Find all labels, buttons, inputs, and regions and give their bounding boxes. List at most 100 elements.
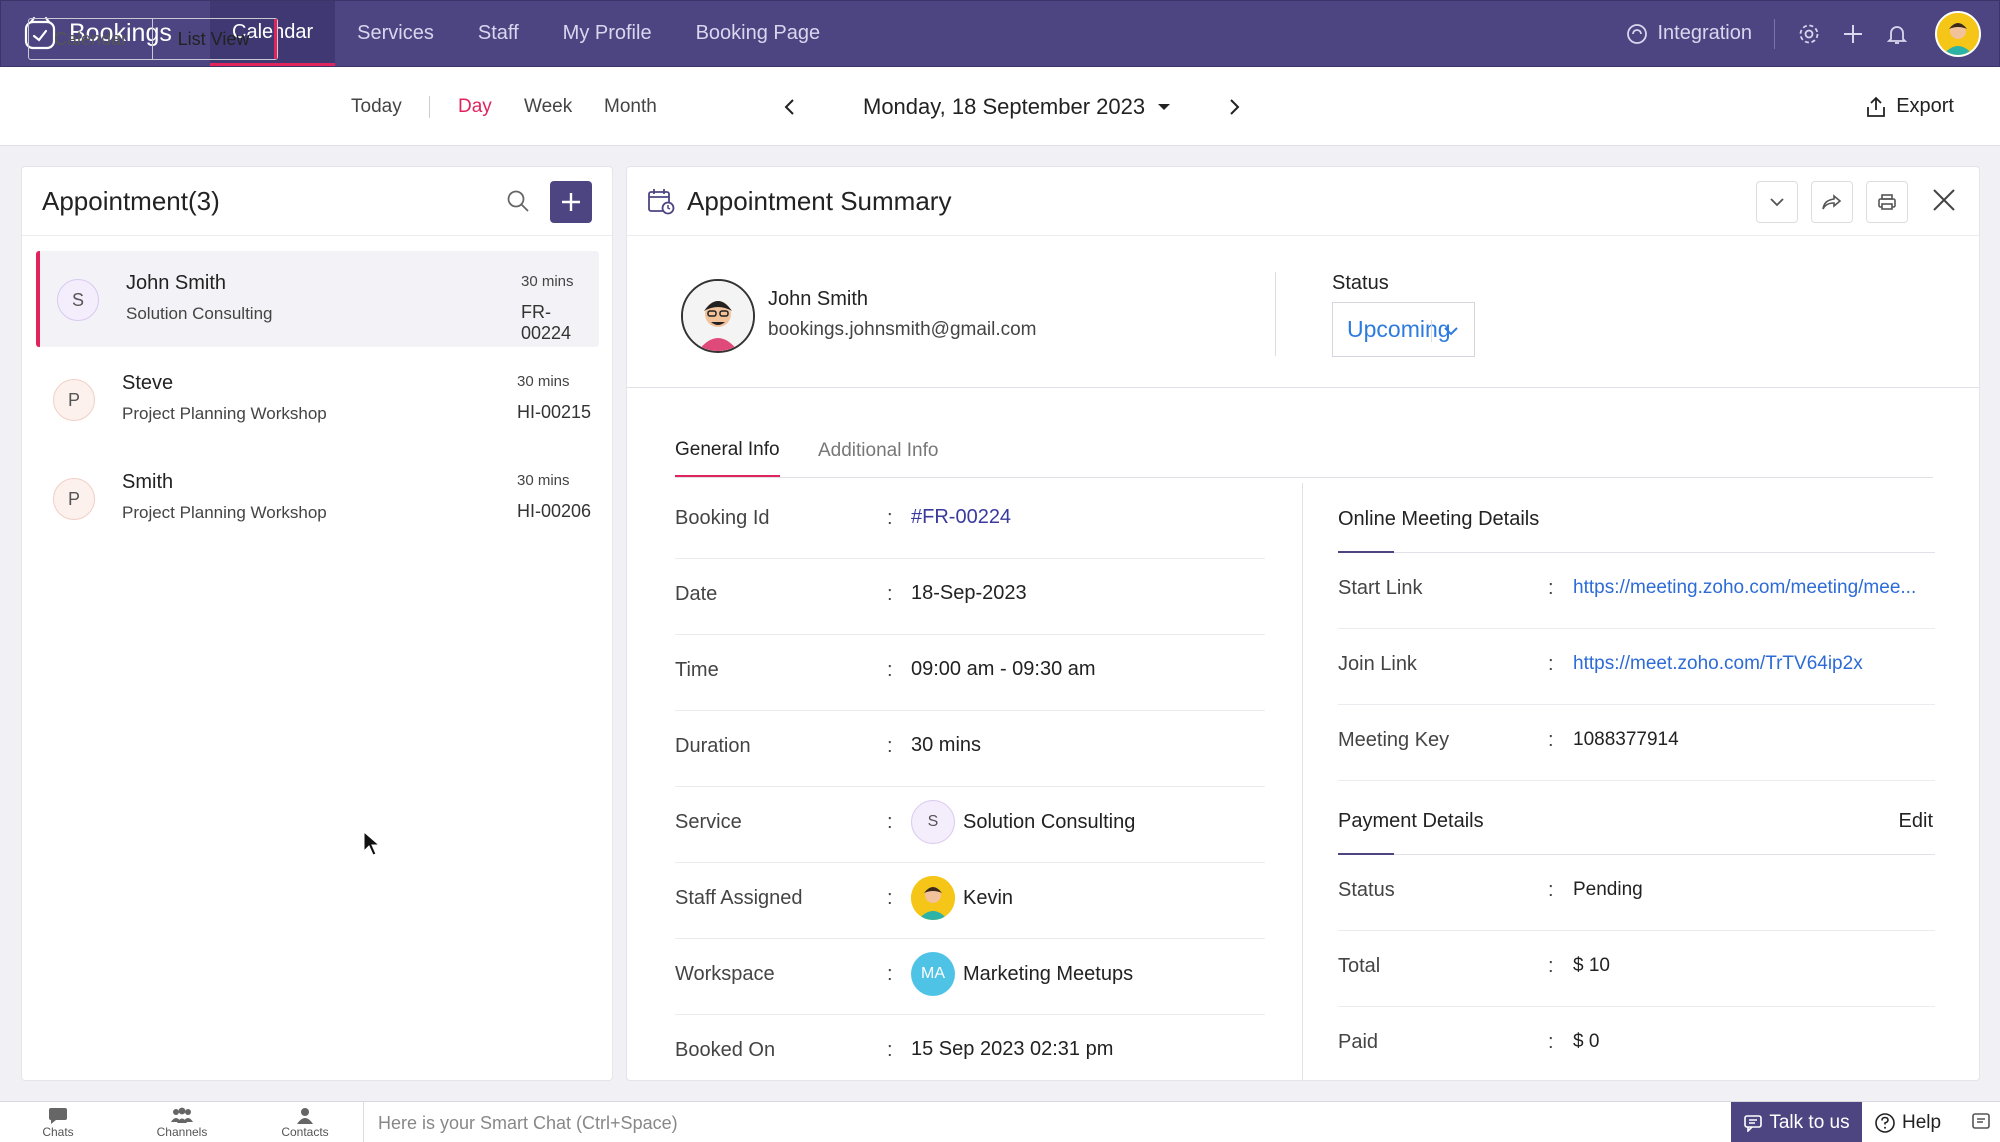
integration-icon <box>1627 23 1648 44</box>
nav-tab-staff[interactable]: Staff <box>456 1 541 66</box>
service-value: S Solution Consulting <box>911 800 1136 844</box>
info-label: Workspace <box>675 963 775 985</box>
payment-total-value: $ 10 <box>1573 955 1610 976</box>
workspace-value: MA Marketing Meetups <box>911 952 1133 996</box>
share-icon[interactable] <box>1811 181 1853 223</box>
payment-details-title: Payment Details <box>1338 810 1484 832</box>
divider <box>363 1102 364 1142</box>
appointment-customer-name: Steve <box>122 372 174 394</box>
customer-email: bookings.johnsmith@gmail.com <box>768 319 1037 340</box>
print-icon[interactable] <box>1866 181 1908 223</box>
nav-tab-my-profile[interactable]: My Profile <box>541 1 674 66</box>
join-link[interactable]: https://meet.zoho.com/TrTV64ip2x <box>1573 653 1863 675</box>
plus-icon <box>562 193 580 211</box>
bottom-contacts-label: Contacts <box>281 1125 329 1139</box>
divider <box>429 96 430 118</box>
collapse-chevron-down-icon[interactable] <box>1756 181 1798 223</box>
nav-tab-booking-page[interactable]: Booking Page <box>674 1 843 66</box>
today-button[interactable]: Today <box>351 67 402 146</box>
integration-label: Integration <box>1657 22 1752 44</box>
colon: : <box>887 1039 893 1061</box>
add-plus-icon[interactable] <box>1839 20 1867 48</box>
meeting-row-start-link: Start Link : https://meeting.zoho.com/me… <box>1338 553 1935 629</box>
info-label: Time <box>675 659 719 681</box>
colon: : <box>1548 879 1554 901</box>
date-picker[interactable]: Monday, 18 September 2023 <box>863 67 1175 146</box>
appointment-id: FR-00224 <box>521 302 572 343</box>
workspace-avatar: MA <box>911 952 955 996</box>
export-button[interactable]: Export <box>1864 67 1954 146</box>
appointment-service: Project Planning Workshop <box>122 404 327 423</box>
meeting-label: Join Link <box>1338 653 1417 675</box>
status-label: Status <box>1332 272 1389 294</box>
next-date-chevron-right-icon[interactable] <box>1226 67 1242 146</box>
info-label: Booking Id <box>675 507 770 529</box>
colon: : <box>887 811 893 833</box>
bottom-chats-button[interactable]: Chats <box>3 1104 113 1142</box>
appointment-duration: 30 mins <box>521 273 574 290</box>
chevron-down-icon <box>1431 320 1460 342</box>
nav-tab-services[interactable]: Services <box>335 1 456 66</box>
edit-payment-button[interactable]: Edit <box>1899 810 1933 833</box>
status-dropdown[interactable]: Upcoming <box>1332 302 1475 357</box>
bottom-bar: Chats Channels Contacts Here is your Sma… <box>0 1101 2000 1142</box>
appointment-item[interactable]: S John Smith Solution Consulting 30 mins… <box>36 251 599 347</box>
top-navbar: Bookings Calendar Services Staff My Prof… <box>0 0 2000 67</box>
column-divider <box>1302 483 1303 1080</box>
calendar-view-button[interactable]: Calendar <box>29 19 153 59</box>
bottom-channels-button[interactable]: Channels <box>127 1104 237 1142</box>
meeting-row-join-link: Join Link : https://meet.zoho.com/TrTV64… <box>1338 629 1935 705</box>
colon: : <box>1548 729 1554 751</box>
settings-gear-icon[interactable] <box>1795 20 1823 48</box>
smart-chat-input[interactable]: Here is your Smart Chat (Ctrl+Space) <box>378 1113 678 1134</box>
colon: : <box>1548 955 1554 977</box>
start-link[interactable]: https://meeting.zoho.com/meeting/mee... <box>1573 577 1916 599</box>
colon: : <box>1548 577 1554 599</box>
payment-label: Paid <box>1338 1031 1379 1053</box>
appointment-customer-name: John Smith <box>126 272 227 294</box>
booking-id-link[interactable]: #FR-00224 <box>911 506 1011 529</box>
add-appointment-button[interactable] <box>550 181 592 223</box>
range-month[interactable]: Month <box>604 67 657 146</box>
feedback-icon[interactable] <box>1970 1111 1992 1138</box>
close-icon[interactable] <box>1931 187 1957 218</box>
search-icon[interactable] <box>505 188 531 219</box>
range-day[interactable]: Day <box>458 67 492 146</box>
payment-label: Total <box>1338 955 1381 977</box>
meeting-label: Meeting Key <box>1338 729 1450 751</box>
service-name: Solution Consulting <box>963 810 1136 833</box>
appointments-title: Appointment(3) <box>42 185 220 216</box>
bottom-channels-label: Channels <box>156 1125 208 1139</box>
export-label: Export <box>1896 95 1954 117</box>
payment-status-value: Pending <box>1573 879 1643 900</box>
channels-group-icon <box>171 1107 193 1123</box>
colon: : <box>1548 653 1554 675</box>
info-row-staff: Staff Assigned : Kevin <box>675 863 1265 939</box>
range-week[interactable]: Week <box>524 67 572 146</box>
tab-additional-info[interactable]: Additional Info <box>818 424 938 477</box>
payment-row-status: Status : Pending <box>1338 855 1935 931</box>
notification-bell-icon[interactable] <box>1883 20 1911 48</box>
user-avatar[interactable] <box>1935 10 1981 57</box>
payment-paid-value: $ 0 <box>1573 1031 1600 1052</box>
bottom-contacts-button[interactable]: Contacts <box>250 1104 360 1142</box>
help-button[interactable]: Help <box>1874 1102 1941 1142</box>
booked-on-value: 15 Sep 2023 02:31 pm <box>911 1038 1114 1060</box>
online-meeting-title: Online Meeting Details <box>1338 508 1540 530</box>
service-avatar: P <box>53 478 95 520</box>
appointment-item[interactable]: P Smith Project Planning Workshop 30 min… <box>36 450 599 546</box>
talk-to-us-button[interactable]: Talk to us <box>1731 1102 1862 1142</box>
divider <box>1275 272 1276 356</box>
integration-link[interactable]: Integration <box>1625 22 1752 46</box>
prev-date-chevron-left-icon[interactable] <box>782 67 798 146</box>
tab-general-info[interactable]: General Info <box>675 424 780 477</box>
summary-tabs: General Info Additional Info <box>675 424 1933 478</box>
duration-value: 30 mins <box>911 734 982 756</box>
list-view-button[interactable]: List View <box>153 19 277 59</box>
help-label: Help <box>1902 1111 1942 1133</box>
appointment-item[interactable]: P Steve Project Planning Workshop 30 min… <box>36 351 599 447</box>
appointment-summary-panel: Appointment Summary John Smith bookings.… <box>626 166 1980 1081</box>
payment-row-total: Total : $ 10 <box>1338 931 1935 1007</box>
export-icon <box>1867 96 1886 117</box>
colon: : <box>1548 1031 1554 1053</box>
